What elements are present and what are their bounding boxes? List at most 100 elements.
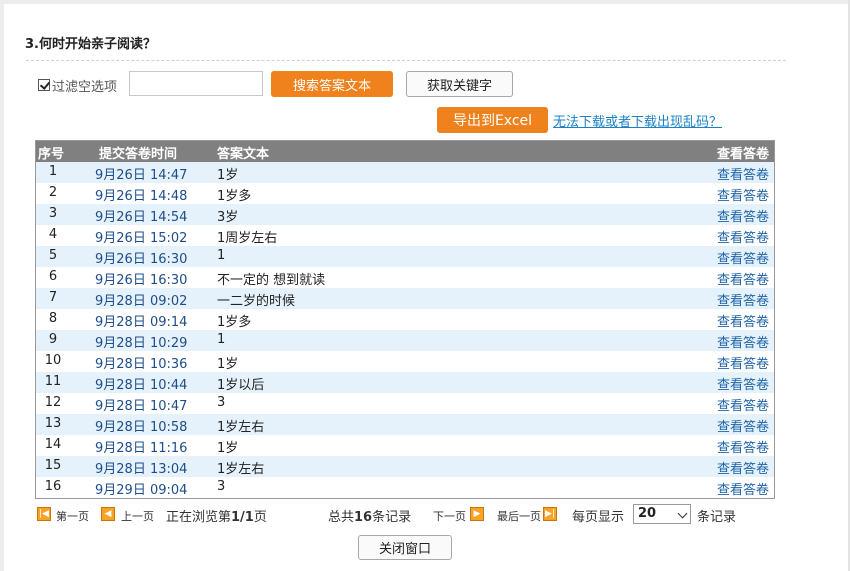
row-time: 9月29日 09:04 xyxy=(95,483,188,498)
row-time: 9月28日 09:02 xyxy=(95,294,188,309)
export-excel-button[interactable]: 导出到Excel xyxy=(437,107,548,133)
row-answer: 不一定的 想到就读 xyxy=(217,273,326,288)
header-no: 序号 xyxy=(38,147,65,162)
row-time: 9月26日 14:48 xyxy=(95,189,188,204)
view-answer-link[interactable]: 查看答卷 xyxy=(717,311,769,330)
row-time: 9月26日 16:30 xyxy=(95,252,188,267)
view-answer-link[interactable]: 查看答卷 xyxy=(717,416,769,435)
first-page-link[interactable]: 第一页 xyxy=(56,508,89,524)
table-row: 5 9月26日 16:30 1 查看答卷 xyxy=(36,246,774,267)
row-time: 9月26日 14:47 xyxy=(95,168,188,183)
answer-table: 序号 提交答卷时间 答案文本 查看答卷 1 9月26日 14:47 1岁 查看答卷 2 9… xyxy=(35,140,775,499)
search-input[interactable] xyxy=(129,71,263,96)
total-records: 总共16条记录 xyxy=(328,510,412,525)
row-no: 1 xyxy=(48,164,58,179)
table-row: 14 9月28日 11:16 1岁 查看答卷 xyxy=(36,435,774,456)
close-window-button[interactable]: 关闭窗口 xyxy=(358,535,452,560)
last-page-link[interactable]: 最后一页 xyxy=(497,508,541,524)
row-answer: 3 xyxy=(217,479,226,494)
view-answer-link[interactable]: 查看答卷 xyxy=(717,458,769,477)
window-top-edge xyxy=(0,0,850,4)
chevron-down-icon xyxy=(677,508,688,519)
row-time: 9月28日 10:47 xyxy=(95,399,188,414)
pagesize-select[interactable]: 20 xyxy=(633,504,691,524)
pagesize-value: 20 xyxy=(638,506,657,521)
table-body: 1 9月26日 14:47 1岁 查看答卷 2 9月26日 14:48 1岁多 查看答卷 3 9月… xyxy=(36,162,774,498)
table-row: 9 9月28日 10:29 1 查看答卷 xyxy=(36,330,774,351)
row-no: 15 xyxy=(44,458,62,473)
row-no: 6 xyxy=(48,269,58,284)
get-keyword-button[interactable]: 获取关键字 xyxy=(406,71,513,97)
view-answer-link[interactable]: 查看答卷 xyxy=(717,269,769,288)
pagesize-suffix: 条记录 xyxy=(697,510,737,525)
view-answer-link[interactable]: 查看答卷 xyxy=(717,290,769,309)
row-no: 5 xyxy=(48,248,58,263)
row-answer: 1岁 xyxy=(217,441,239,456)
row-time: 9月28日 10:44 xyxy=(95,378,188,393)
row-time: 9月26日 14:54 xyxy=(95,210,188,225)
row-answer: 3 xyxy=(217,395,226,410)
filter-empty-option[interactable]: 过滤空选项 xyxy=(38,73,117,97)
view-answer-link[interactable]: 查看答卷 xyxy=(717,332,769,351)
row-time: 9月28日 09:14 xyxy=(95,315,188,330)
view-answer-link[interactable]: 查看答卷 xyxy=(717,353,769,372)
first-page-icon[interactable]: |◀ xyxy=(37,507,51,521)
view-answer-link[interactable]: 查看答卷 xyxy=(717,227,769,246)
last-page-icon[interactable]: ▶| xyxy=(543,507,557,521)
prev-page-icon[interactable]: ◀ xyxy=(101,507,115,521)
row-no: 11 xyxy=(44,374,62,389)
table-row: 11 9月28日 10:44 1岁以后 查看答卷 xyxy=(36,372,774,393)
table-row: 13 9月28日 10:58 1岁左右 查看答卷 xyxy=(36,414,774,435)
next-page-icon[interactable]: ▶ xyxy=(470,507,484,521)
view-answer-link[interactable]: 查看答卷 xyxy=(717,185,769,204)
view-answer-link[interactable]: 查看答卷 xyxy=(717,206,769,225)
row-answer: 1岁左右 xyxy=(217,420,265,435)
search-answer-button[interactable]: 搜索答案文本 xyxy=(271,71,393,97)
filter-checkbox[interactable] xyxy=(38,79,50,91)
row-no: 14 xyxy=(44,437,62,452)
browsing-status: 正在浏览第1/1页 xyxy=(166,510,267,525)
row-answer: 一二岁的时候 xyxy=(217,294,296,309)
row-time: 9月28日 13:04 xyxy=(95,462,188,477)
row-no: 10 xyxy=(44,353,62,368)
view-answer-link[interactable]: 查看答卷 xyxy=(717,374,769,393)
row-answer: 1岁左右 xyxy=(217,462,265,477)
window-left-edge xyxy=(0,0,4,571)
table-row: 10 9月28日 10:36 1岁 查看答卷 xyxy=(36,351,774,372)
row-no: 2 xyxy=(48,185,58,200)
row-no: 13 xyxy=(44,416,62,431)
row-answer: 1岁多 xyxy=(217,189,252,204)
view-answer-link[interactable]: 查看答卷 xyxy=(717,395,769,414)
filter-checkbox-label: 过滤空选项 xyxy=(52,79,118,95)
table-row: 16 9月29日 09:04 3 查看答卷 xyxy=(36,477,774,498)
table-row: 6 9月26日 16:30 不一定的 想到就读 查看答卷 xyxy=(36,267,774,288)
question-title: 3.何时开始亲子阅读？ xyxy=(25,37,156,52)
row-no: 12 xyxy=(44,395,62,410)
row-time: 9月26日 16:30 xyxy=(95,273,188,288)
row-answer: 3岁 xyxy=(217,210,239,225)
row-no: 8 xyxy=(48,311,58,326)
view-answer-link[interactable]: 查看答卷 xyxy=(717,164,769,183)
row-answer: 1岁 xyxy=(217,168,239,183)
download-help-link[interactable]: 无法下载或者下载出现乱码？ xyxy=(553,111,722,130)
pagesize-label: 每页显示 xyxy=(572,510,625,525)
row-no: 7 xyxy=(48,290,58,305)
view-answer-link[interactable]: 查看答卷 xyxy=(717,479,769,498)
row-time: 9月28日 10:29 xyxy=(95,336,188,351)
header-answer: 答案文本 xyxy=(217,147,270,162)
view-answer-link[interactable]: 查看答卷 xyxy=(717,248,769,267)
table-row: 7 9月28日 09:02 一二岁的时候 查看答卷 xyxy=(36,288,774,309)
row-answer: 1岁以后 xyxy=(217,378,265,393)
view-answer-link[interactable]: 查看答卷 xyxy=(717,437,769,456)
pager: |◀ 第一页 ◀ 上一页 正在浏览第1/1页 总共16条记录 下一页 ▶ 最后一… xyxy=(35,504,775,525)
table-row: 12 9月28日 10:47 3 查看答卷 xyxy=(36,393,774,414)
row-no: 16 xyxy=(44,479,62,494)
row-time: 9月28日 10:36 xyxy=(95,357,188,372)
table-row: 8 9月28日 09:14 1岁多 查看答卷 xyxy=(36,309,774,330)
prev-page-link[interactable]: 上一页 xyxy=(121,508,154,524)
next-page-link[interactable]: 下一页 xyxy=(433,508,466,524)
header-time: 提交答卷时间 xyxy=(99,147,178,162)
row-no: 4 xyxy=(48,227,58,242)
table-row: 15 9月28日 13:04 1岁左右 查看答卷 xyxy=(36,456,774,477)
table-row: 3 9月26日 14:54 3岁 查看答卷 xyxy=(36,204,774,225)
